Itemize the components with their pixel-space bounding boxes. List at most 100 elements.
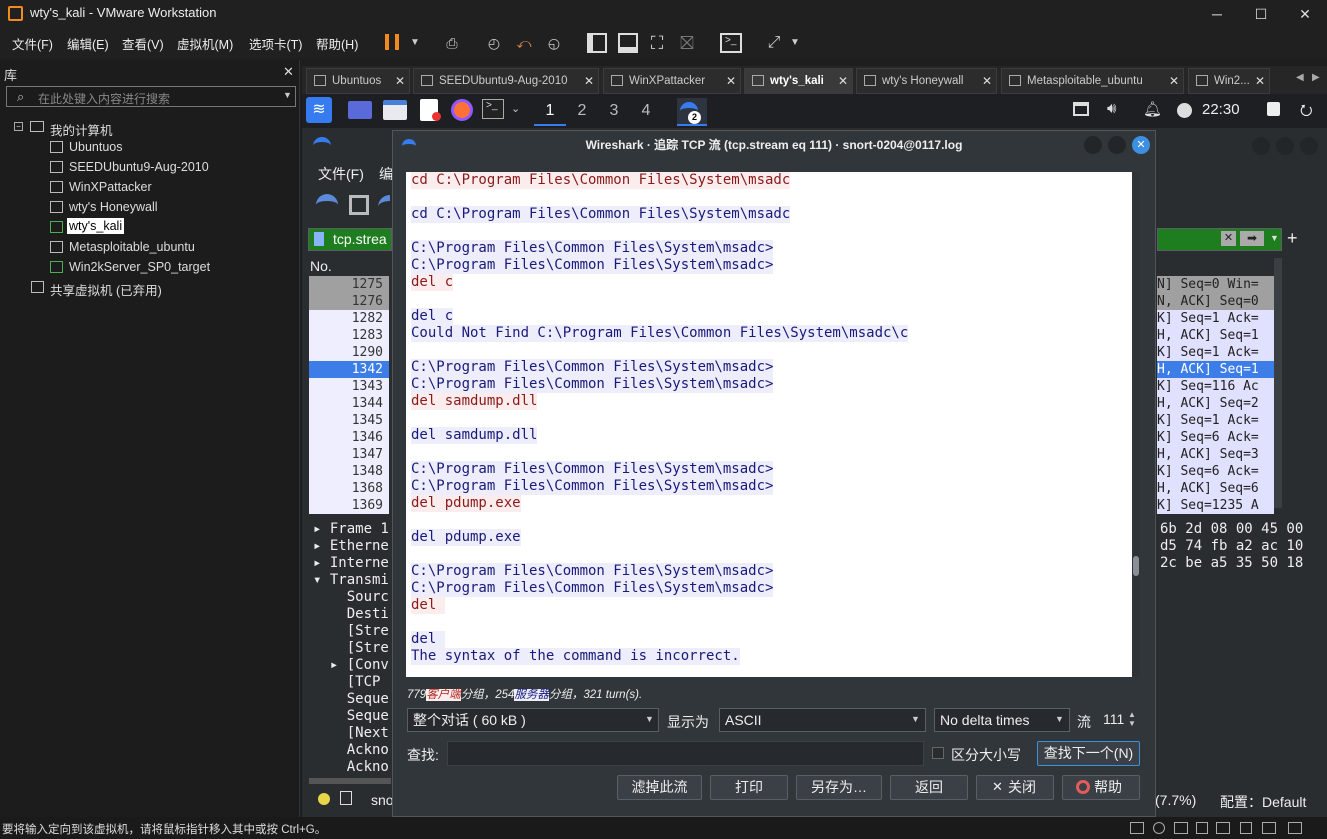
packet-detail-line[interactable]: Seque — [313, 691, 389, 707]
menu-help[interactable]: 帮助(H) — [316, 34, 358, 53]
hex-dump-line[interactable]: 2c be a5 35 50 18 — [1160, 555, 1303, 571]
packet-row-info[interactable]: K] Seq=1 Ack= — [1157, 344, 1274, 361]
hex-dump-line[interactable]: d5 74 fb a2 ac 10 — [1160, 538, 1303, 554]
library-close-button[interactable]: ✕ — [283, 64, 294, 80]
help-button[interactable]: 帮助 — [1062, 775, 1140, 800]
chevron-down-icon[interactable]: ▼ — [1270, 233, 1279, 243]
delta-select[interactable]: No delta times — [934, 708, 1070, 732]
maximize-button[interactable]: ☐ — [1239, 0, 1283, 28]
packet-row[interactable]: 1282 — [309, 310, 389, 327]
ws-close-button[interactable] — [1300, 137, 1318, 155]
apply-filter-icon[interactable]: ➡ — [1240, 231, 1264, 246]
dialog-maximize-button[interactable] — [1108, 136, 1126, 154]
send-keys-icon[interactable]: ⎙ — [440, 32, 464, 54]
pause-icon[interactable] — [385, 34, 399, 50]
chevron-down-icon[interactable]: ⌄ — [511, 102, 520, 115]
packet-row-info[interactable]: N, ACK] Seq=0 — [1157, 293, 1274, 310]
packet-detail-line[interactable]: ▾ Transmi — [313, 572, 389, 588]
tree-vm-win2k[interactable]: Win2kServer_SP0_target — [69, 260, 210, 274]
collapse-icon[interactable]: − — [14, 122, 23, 131]
tab-honeywall[interactable]: wty's Honeywall ✕ — [856, 68, 997, 94]
logout-icon[interactable]: ⭮ — [1300, 100, 1313, 125]
packet-row-info[interactable]: H, ACK] Seq=1 — [1157, 327, 1274, 344]
tree-vm-seed[interactable]: SEEDUbuntu9-Aug-2010 — [69, 160, 209, 174]
revert-snapshot-icon[interactable]: ⤺ — [512, 32, 536, 54]
workspace-3[interactable]: 3 — [598, 96, 630, 126]
packet-row-info[interactable]: H, ACK] Seq=6 — [1157, 480, 1274, 497]
menu-file[interactable]: 文件(F) — [12, 34, 53, 53]
packet-detail-line[interactable]: ▸ Etherne — [313, 538, 389, 554]
tab-close-icon[interactable]: ✕ — [726, 69, 736, 93]
fullscreen-icon[interactable]: ⛶ — [645, 32, 669, 54]
unity-icon[interactable]: ⛝ — [675, 32, 699, 54]
packet-row[interactable]: 1342 — [309, 361, 389, 378]
case-sensitive-checkbox[interactable] — [932, 747, 944, 759]
terminal-icon[interactable]: >_ — [482, 99, 504, 119]
message-icon[interactable] — [1288, 822, 1302, 834]
stream-content[interactable]: cd C:\Program Files\Common Files\System\… — [406, 172, 1140, 677]
packet-detail-line[interactable]: ▸ [Conv — [313, 657, 389, 673]
packet-row[interactable]: 1275 — [309, 276, 389, 293]
packet-list-scrollbar[interactable] — [1274, 258, 1282, 508]
status-profile[interactable]: 配置：Default — [1220, 792, 1306, 812]
tab-kali[interactable]: wty's_kali ✕ — [744, 68, 853, 94]
packet-row-info[interactable]: H, ACK] Seq=2 — [1157, 395, 1274, 412]
tree-my-computer[interactable]: 我的计算机 — [50, 120, 113, 139]
packet-row[interactable]: 1348 — [309, 463, 389, 480]
tab-seed[interactable]: SEEDUbuntu9-Aug-2010 ✕ — [413, 68, 599, 94]
ws-minimize-button[interactable] — [1252, 137, 1270, 155]
chevron-down-icon[interactable]: ▼ — [783, 32, 807, 54]
packet-row-info[interactable]: K] Seq=1 Ack= — [1157, 310, 1274, 327]
tab-ubuntuos[interactable]: Ubuntuos ✕ — [306, 68, 410, 94]
clear-filter-icon[interactable]: ✕ — [1221, 231, 1236, 246]
cdrom-icon[interactable] — [1153, 822, 1165, 834]
packet-row[interactable]: 1343 — [309, 378, 389, 395]
snapshot-manager-icon[interactable]: ◵ — [542, 32, 566, 54]
packet-row[interactable]: 1345 — [309, 412, 389, 429]
ws-menu-file[interactable]: 文件(F) — [318, 164, 364, 184]
workspace-4[interactable]: 4 — [630, 96, 662, 126]
packet-detail-line[interactable]: Desti — [313, 606, 389, 622]
menu-view[interactable]: 查看(V) — [122, 34, 164, 53]
packet-row[interactable]: 1344 — [309, 395, 389, 412]
back-button[interactable]: 返回 — [890, 775, 968, 800]
tab-close-icon[interactable]: ✕ — [395, 69, 405, 93]
menu-vm[interactable]: 虚拟机(M) — [177, 34, 233, 53]
packet-detail-line[interactable]: [Next — [313, 725, 389, 741]
snapshot-icon[interactable]: ◴ — [482, 32, 506, 54]
filter-out-button[interactable]: 滤掉此流 — [617, 775, 702, 800]
add-filter-button-icon[interactable]: + — [1287, 228, 1298, 249]
menu-tabs[interactable]: 选项卡(T) — [249, 34, 302, 53]
find-input[interactable] — [447, 741, 924, 766]
packet-detail-line[interactable]: ▸ Interne — [313, 555, 389, 571]
workspace-2[interactable]: 2 — [566, 96, 598, 126]
packet-row-info[interactable]: K] Seq=116 Ac — [1157, 378, 1274, 395]
network-icon[interactable] — [1174, 822, 1188, 834]
tree-vm-kali[interactable]: wty's_kali — [67, 218, 125, 234]
close-dialog-button[interactable]: 关闭 — [976, 775, 1054, 800]
console-icon[interactable]: >_ — [720, 33, 742, 53]
tab-winxp[interactable]: WinXPattacker ✕ — [603, 68, 741, 94]
sound-icon[interactable] — [1216, 822, 1230, 834]
start-capture-icon[interactable] — [316, 194, 338, 214]
packet-row[interactable]: 1369 — [309, 497, 389, 514]
packet-detail-line[interactable]: [TCP — [313, 674, 389, 690]
show-as-select[interactable]: ASCII — [719, 708, 926, 732]
stream-scrollbar[interactable] — [1132, 172, 1140, 677]
screen-icon[interactable] — [1073, 102, 1089, 116]
hdd-icon[interactable] — [1130, 822, 1144, 834]
details-scrollbar[interactable] — [309, 778, 391, 784]
packet-row-info[interactable]: K] Seq=1 Ack= — [1157, 412, 1274, 429]
menu-edit[interactable]: 编辑(E) — [67, 34, 109, 53]
show-desktop-icon[interactable] — [348, 101, 372, 119]
print-button[interactable]: 打印 — [710, 775, 788, 800]
packet-row-info[interactable]: K] Seq=6 Ack= — [1157, 463, 1274, 480]
tree-vm-honeywall[interactable]: wty's Honeywall — [69, 200, 158, 214]
printer-icon[interactable] — [1240, 822, 1252, 834]
packet-row[interactable]: 1283 — [309, 327, 389, 344]
tab-close-icon[interactable]: ✕ — [584, 69, 594, 93]
ws-maximize-button[interactable] — [1276, 137, 1294, 155]
tree-vm-metasploitable[interactable]: Metasploitable_ubuntu — [69, 240, 195, 254]
lock-icon[interactable] — [1267, 102, 1280, 116]
packet-detail-line[interactable]: Seque — [313, 708, 389, 724]
